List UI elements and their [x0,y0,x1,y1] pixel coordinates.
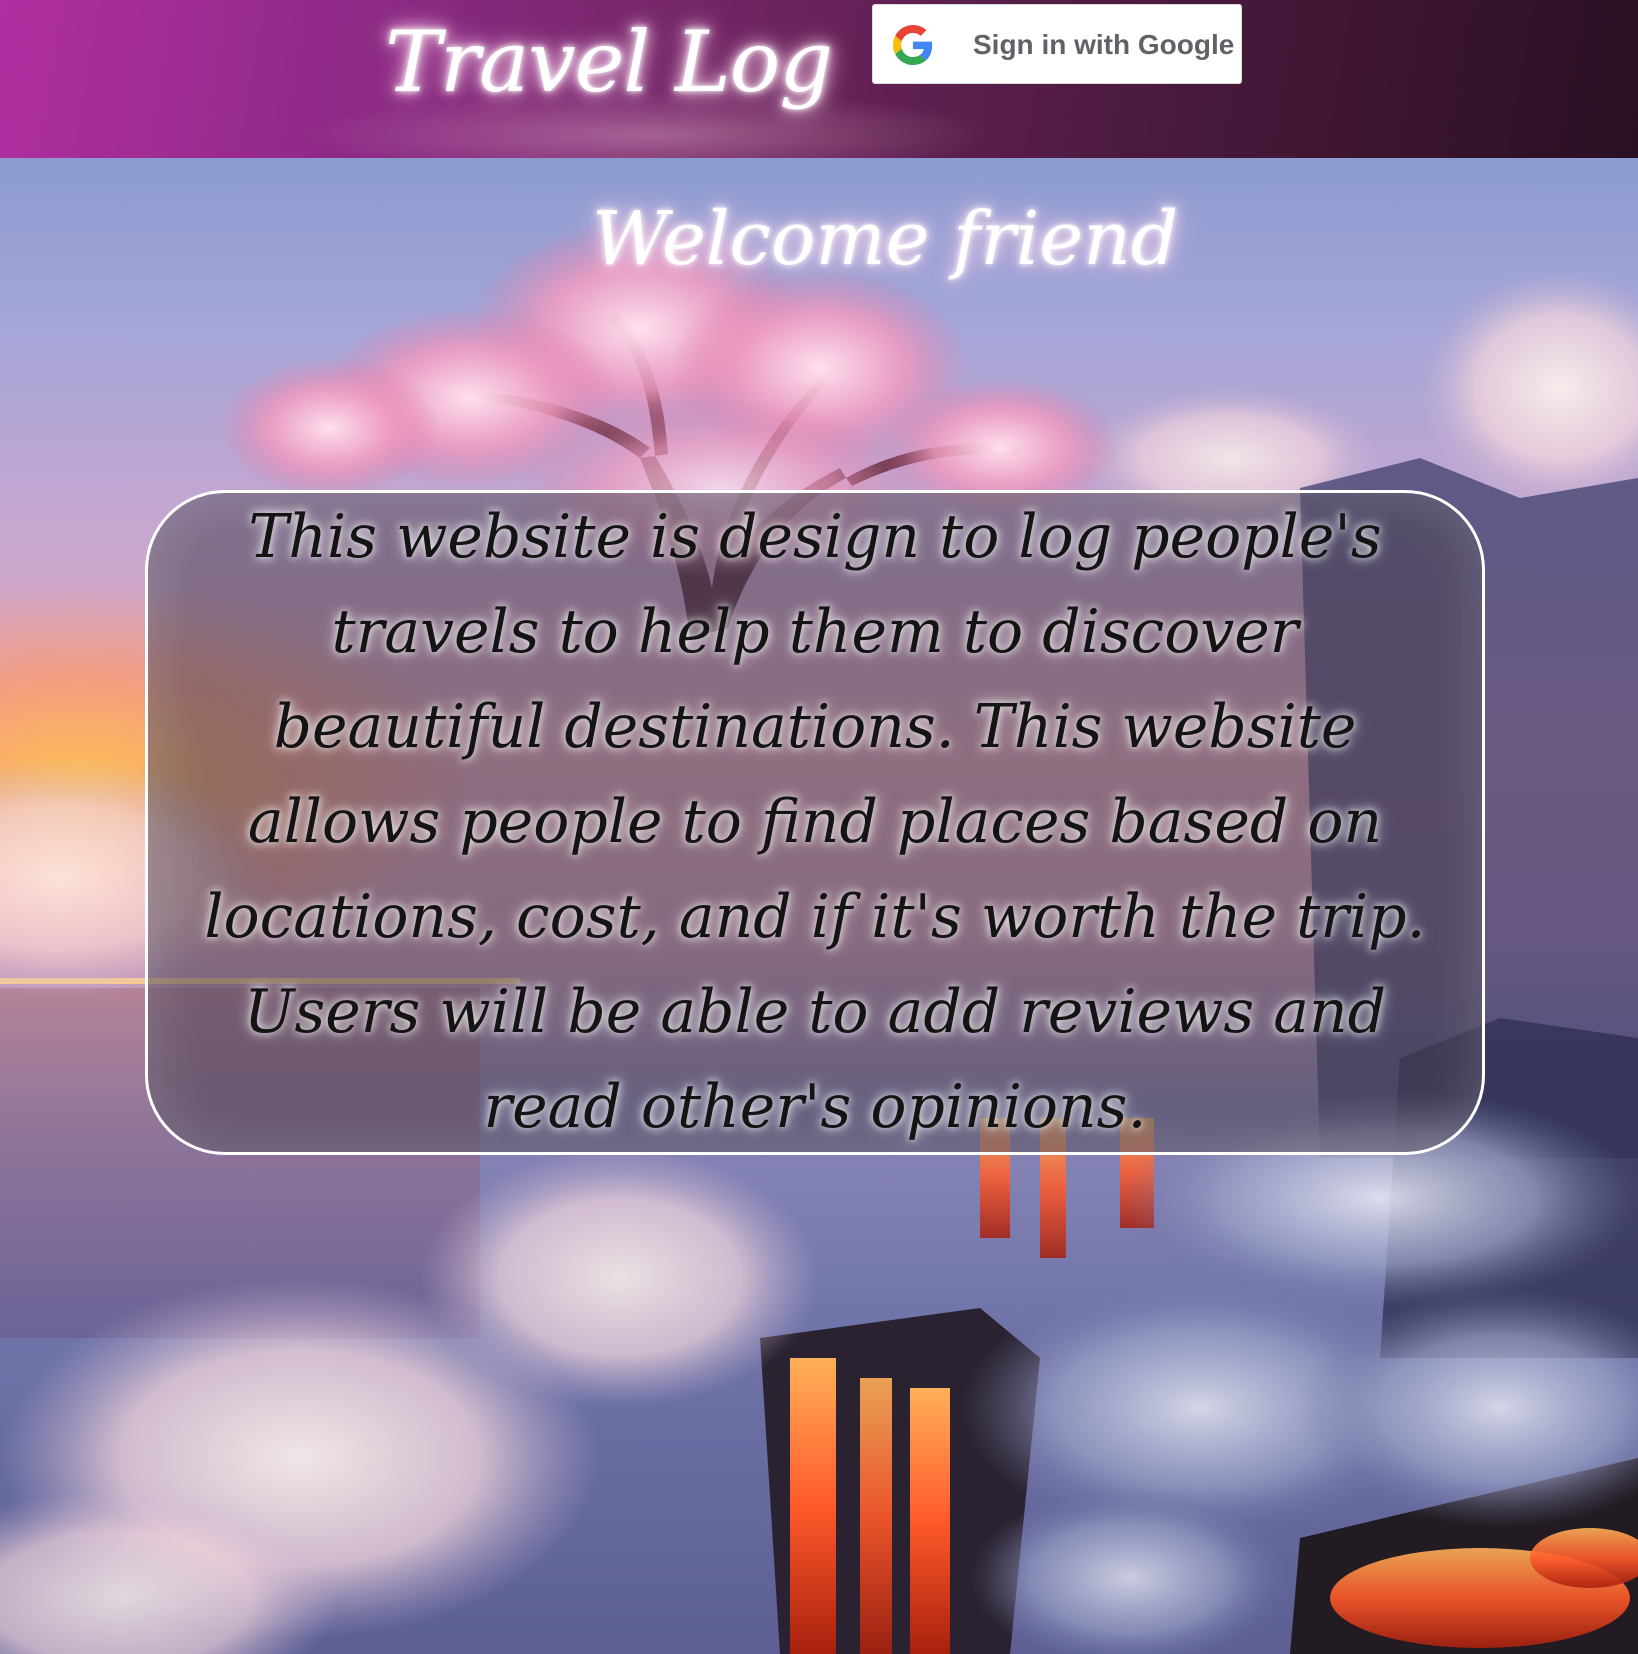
google-sign-in-button[interactable]: Sign in with Google [872,4,1242,84]
welcome-heading: Welcome friend [592,196,1179,282]
description-card: This website is design to log people's t… [145,490,1485,1155]
header-bar: Travel Log Sign in with Google [0,0,1638,158]
google-g-icon [893,25,933,65]
google-sign-in-label: Sign in with Google [973,29,1235,60]
site-title: Travel Log [385,13,833,111]
description-text: This website is design to log people's t… [204,502,1426,1142]
